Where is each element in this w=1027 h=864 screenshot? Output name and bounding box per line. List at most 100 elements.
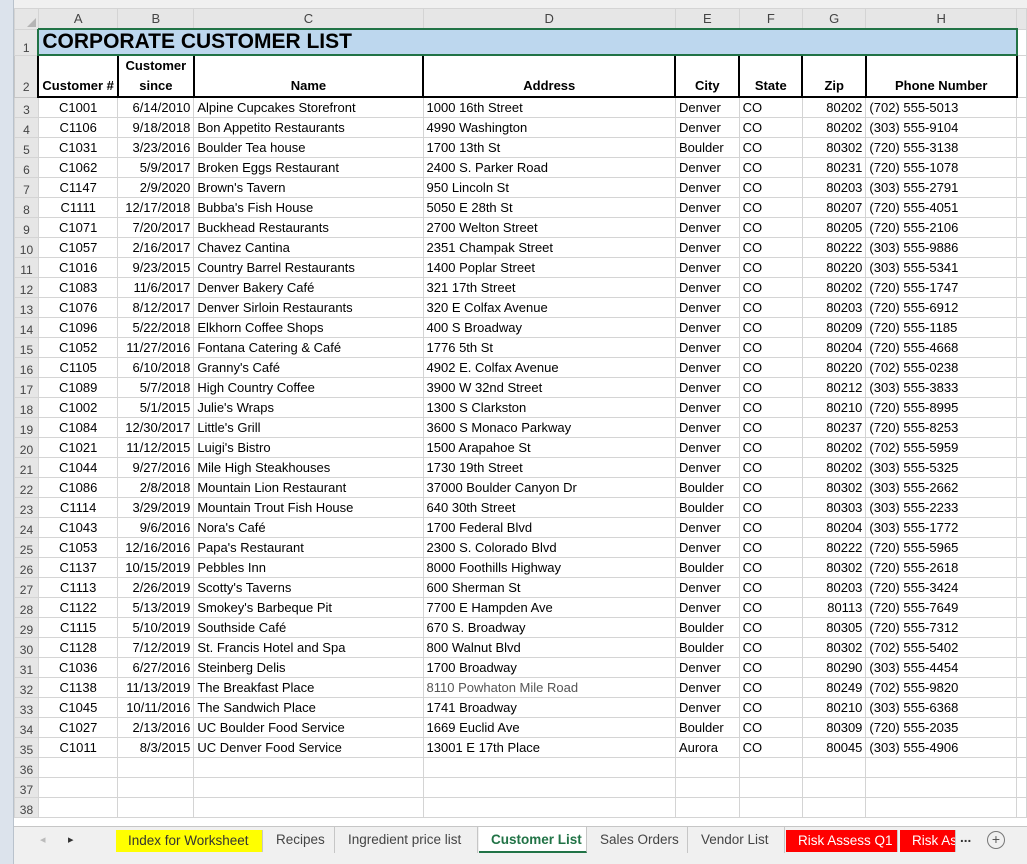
cell-customer-number[interactable]: C1036: [37, 657, 119, 678]
cell-state[interactable]: CO: [738, 357, 803, 378]
cell-customer-since[interactable]: 7/20/2017: [117, 217, 195, 238]
cell-customer-since[interactable]: 3/23/2016: [117, 137, 195, 158]
cell-zip[interactable]: 80202: [801, 277, 867, 298]
cell-customer-since[interactable]: 12/30/2017: [117, 417, 195, 438]
cell-phone[interactable]: (702) 555-5013: [865, 96, 1018, 118]
cell-phone[interactable]: (720) 555-2618: [865, 557, 1018, 578]
column-header-d[interactable]: D: [422, 8, 676, 30]
cell-address[interactable]: 321 17th Street: [422, 277, 676, 298]
scroll-tabs-right-icon[interactable]: ▸: [68, 833, 74, 846]
cell-customer-number[interactable]: C1027: [37, 717, 119, 738]
cell-city[interactable]: Denver: [674, 197, 740, 218]
cell-zip[interactable]: 80302: [801, 477, 867, 498]
cell-customer-number[interactable]: C1111: [37, 197, 119, 218]
cell-customer-number[interactable]: C1021: [37, 437, 119, 458]
cell-phone[interactable]: (720) 555-3424: [865, 577, 1018, 598]
row-header[interactable]: 34: [14, 717, 39, 738]
cell-name[interactable]: Elkhorn Coffee Shops: [193, 317, 424, 338]
row-header[interactable]: 16: [14, 357, 39, 378]
row-header[interactable]: 31: [14, 657, 39, 678]
cell-zip[interactable]: 80202: [801, 117, 867, 138]
cell-zip[interactable]: 80302: [801, 637, 867, 658]
cell[interactable]: [674, 777, 740, 798]
cell-address[interactable]: 2351 Champak Street: [422, 237, 676, 258]
cell[interactable]: [1016, 197, 1027, 218]
cell[interactable]: [1016, 497, 1027, 518]
cell-phone[interactable]: (702) 555-5959: [865, 437, 1018, 458]
row-header[interactable]: 35: [14, 737, 39, 758]
cell-zip[interactable]: 80249: [801, 677, 867, 698]
cell-address[interactable]: 1500 Arapahoe St: [422, 437, 676, 458]
cell-phone[interactable]: (303) 555-4906: [865, 737, 1018, 758]
cell-customer-number[interactable]: C1016: [37, 257, 119, 278]
cell-address[interactable]: 5050 E 28th St: [422, 197, 676, 218]
cell-customer-since[interactable]: 2/9/2020: [117, 177, 195, 198]
cell[interactable]: [1016, 617, 1027, 638]
cell-name[interactable]: Broken Eggs Restaurant: [193, 157, 424, 178]
cell-city[interactable]: Denver: [674, 117, 740, 138]
cell-customer-number[interactable]: C1113: [37, 577, 119, 598]
row-header[interactable]: 3: [14, 96, 39, 118]
cell-address[interactable]: 8110 Powhaton Mile Road: [422, 677, 676, 698]
cell-name[interactable]: Chavez Cantina: [193, 237, 424, 258]
cell[interactable]: [1016, 517, 1027, 538]
cell-state[interactable]: CO: [738, 717, 803, 738]
cell-zip[interactable]: 80303: [801, 497, 867, 518]
cell-state[interactable]: CO: [738, 377, 803, 398]
column-header-b[interactable]: B: [117, 8, 195, 30]
cell[interactable]: [738, 777, 803, 798]
cell-customer-number[interactable]: C1076: [37, 297, 119, 318]
cell-city[interactable]: Denver: [674, 277, 740, 298]
cell[interactable]: [1016, 477, 1027, 498]
cell[interactable]: [1016, 797, 1027, 818]
cell-state[interactable]: CO: [738, 437, 803, 458]
cell[interactable]: [1016, 577, 1027, 598]
cell-customer-since[interactable]: 2/8/2018: [117, 477, 195, 498]
cell[interactable]: [865, 757, 1018, 778]
cell-customer-since[interactable]: 2/13/2016: [117, 717, 195, 738]
cell[interactable]: [674, 797, 740, 818]
cell-city[interactable]: Denver: [674, 457, 740, 478]
cell[interactable]: [801, 797, 867, 818]
cell-name[interactable]: UC Denver Food Service: [193, 737, 424, 758]
column-header-i[interactable]: [1016, 8, 1027, 30]
cell-address[interactable]: 1730 19th Street: [422, 457, 676, 478]
cell[interactable]: [1016, 297, 1027, 318]
cell-phone[interactable]: (303) 555-5325: [865, 457, 1018, 478]
cell-customer-number[interactable]: C1062: [37, 157, 119, 178]
cell-customer-since[interactable]: 6/10/2018: [117, 357, 195, 378]
cell-phone[interactable]: (720) 555-1078: [865, 157, 1018, 178]
cell-address[interactable]: 1700 Federal Blvd: [422, 517, 676, 538]
cell-zip[interactable]: 80220: [801, 257, 867, 278]
column-header-e[interactable]: E: [674, 8, 740, 30]
header-address[interactable]: Address: [422, 54, 677, 98]
column-header-h[interactable]: H: [865, 8, 1018, 30]
cell-name[interactable]: The Breakfast Place: [193, 677, 424, 698]
cell-customer-number[interactable]: C1052: [37, 337, 119, 358]
cell-name[interactable]: Brown's Tavern: [193, 177, 424, 198]
cell-customer-since[interactable]: 9/27/2016: [117, 457, 195, 478]
cell-customer-number[interactable]: C1128: [37, 637, 119, 658]
row-header[interactable]: 22: [14, 477, 39, 498]
cell-city[interactable]: Denver: [674, 96, 740, 118]
row-header[interactable]: 17: [14, 377, 39, 398]
cell-city[interactable]: Denver: [674, 217, 740, 238]
cell-address[interactable]: 1741 Broadway: [422, 697, 676, 718]
cell-state[interactable]: CO: [738, 277, 803, 298]
cell[interactable]: [674, 757, 740, 778]
cell-zip[interactable]: 80212: [801, 377, 867, 398]
cell-customer-number[interactable]: C1011: [37, 737, 119, 758]
cell-customer-number[interactable]: C1114: [37, 497, 119, 518]
cell[interactable]: [117, 757, 195, 778]
cell-state[interactable]: CO: [738, 117, 803, 138]
cell-customer-since[interactable]: 9/6/2016: [117, 517, 195, 538]
cell-zip[interactable]: 80302: [801, 137, 867, 158]
cell-customer-since[interactable]: 8/12/2017: [117, 297, 195, 318]
cell-address[interactable]: 600 Sherman St: [422, 577, 676, 598]
cell-customer-since[interactable]: 9/23/2015: [117, 257, 195, 278]
cell[interactable]: [422, 777, 676, 798]
cell-customer-number[interactable]: C1137: [37, 557, 119, 578]
cell-state[interactable]: CO: [738, 637, 803, 658]
column-header-f[interactable]: F: [738, 8, 803, 30]
cell-customer-number[interactable]: C1115: [37, 617, 119, 638]
